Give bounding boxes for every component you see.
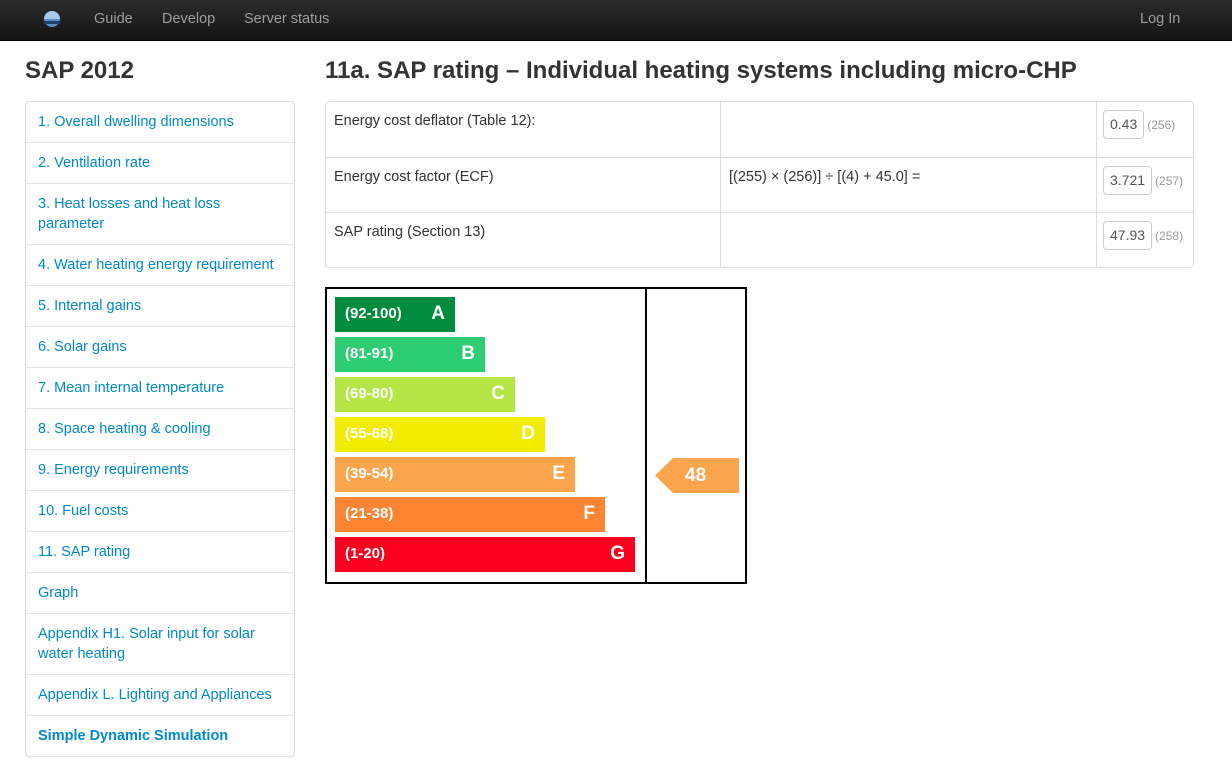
band-letter: D: [521, 423, 535, 444]
row-value-cell: 3.721 (257): [1096, 157, 1193, 212]
value-field[interactable]: 47.93: [1103, 221, 1153, 250]
rating-band-a: (92-100) A: [335, 297, 455, 332]
sidebar-item-internal-gains[interactable]: 5. Internal gains: [26, 285, 294, 326]
sidebar-item-dwelling-dimensions[interactable]: 1. Overall dwelling dimensions: [26, 102, 294, 142]
band-letter: E: [552, 463, 565, 484]
sidebar-item-mean-internal-temperature[interactable]: 7. Mean internal temperature: [26, 367, 294, 408]
rating-band-g: (1-20) G: [335, 537, 635, 572]
sidebar-nav: 1. Overall dwelling dimensions 2. Ventil…: [25, 101, 295, 757]
row-reference: (256): [1147, 118, 1176, 132]
sidebar-item-ventilation-rate[interactable]: 2. Ventilation rate: [26, 142, 294, 183]
sap-rating-chart: (92-100) A (81-91) B (69-80) C (55-68) D…: [325, 287, 747, 584]
band-range-label: (92-100): [345, 305, 402, 322]
current-rating-arrow: 48: [655, 458, 739, 493]
band-range-label: (21-38): [345, 505, 394, 522]
band-range-label: (39-54): [345, 465, 394, 482]
band-range-label: (69-80): [345, 385, 394, 402]
row-formula: [720, 212, 1096, 267]
login-link[interactable]: Log In: [1140, 11, 1180, 28]
current-rating-value: 48: [685, 465, 707, 486]
value-field[interactable]: 3.721: [1103, 166, 1153, 195]
nav-develop-link[interactable]: Develop: [162, 11, 215, 28]
top-navbar: Guide Develop Server status Log In: [0, 0, 1232, 41]
row-label: Energy cost factor (ECF): [326, 157, 720, 212]
band-letter: A: [431, 303, 445, 324]
row-reference: (257): [1155, 174, 1184, 188]
row-value-cell: 47.93 (258): [1096, 212, 1193, 267]
rating-band-f: (21-38) F: [335, 497, 605, 532]
row-reference: (258): [1155, 229, 1184, 243]
band-letter: C: [491, 383, 505, 404]
sidebar-item-sap-rating[interactable]: 11. SAP rating: [26, 531, 294, 572]
table-row: SAP rating (Section 13) 47.93 (258): [326, 212, 1193, 267]
row-formula: [720, 102, 1096, 157]
band-letter: B: [461, 343, 475, 364]
band-letter: F: [583, 503, 595, 524]
band-range-label: (81-91): [345, 345, 394, 362]
sidebar-item-solar-gains[interactable]: 6. Solar gains: [26, 326, 294, 367]
sidebar-item-heat-losses[interactable]: 3. Heat losses and heat loss parameter: [26, 183, 294, 244]
sidebar-item-space-heating-cooling[interactable]: 8. Space heating & cooling: [26, 408, 294, 449]
table-row: Energy cost deflator (Table 12): 0.43 (25…: [326, 102, 1193, 157]
row-formula: [(255) × (256)] ÷ [(4) + 45.0] =: [720, 157, 1096, 212]
sidebar-item-graph[interactable]: Graph: [26, 572, 294, 613]
sidebar-item-appendix-h1[interactable]: Appendix H1. Solar input for solar water…: [26, 613, 294, 674]
band-letter: G: [610, 543, 625, 564]
band-range-label: (1-20): [345, 545, 386, 562]
sidebar-item-simple-dynamic-simulation[interactable]: Simple Dynamic Simulation: [26, 715, 294, 756]
rating-band-d: (55-68) D: [335, 417, 545, 452]
rating-band-e: (39-54) E: [335, 457, 575, 492]
rating-band-c: (69-80) C: [335, 377, 515, 412]
page-title: 11a. SAP rating – Individual heating sys…: [325, 57, 1077, 84]
row-label: Energy cost deflator (Table 12):: [334, 113, 536, 129]
nav-server-status-link[interactable]: Server status: [244, 11, 329, 28]
sidebar-item-appendix-l[interactable]: Appendix L. Lighting and Appliances: [26, 674, 294, 715]
row-value-cell: 0.43 (256): [1096, 102, 1193, 157]
sidebar-item-energy-requirements[interactable]: 9. Energy requirements: [26, 449, 294, 490]
value-field[interactable]: 0.43: [1103, 110, 1145, 139]
rating-band-b: (81-91) B: [335, 337, 485, 372]
chart-divider: [645, 289, 647, 582]
row-label: SAP rating (Section 13): [326, 212, 720, 267]
band-range-label: (55-68): [345, 425, 394, 442]
logo-icon[interactable]: [41, 9, 63, 27]
nav-guide-link[interactable]: Guide: [94, 11, 133, 28]
sidebar-item-water-heating[interactable]: 4. Water heating energy requirement: [26, 244, 294, 285]
sidebar-title: SAP 2012: [25, 57, 134, 84]
table-row: Energy cost factor (ECF) [(255) × (256)]…: [326, 157, 1193, 212]
sidebar-item-fuel-costs[interactable]: 10. Fuel costs: [26, 490, 294, 531]
sap-rating-table: Energy cost deflator (Table 12): 0.43 (25…: [325, 101, 1194, 268]
